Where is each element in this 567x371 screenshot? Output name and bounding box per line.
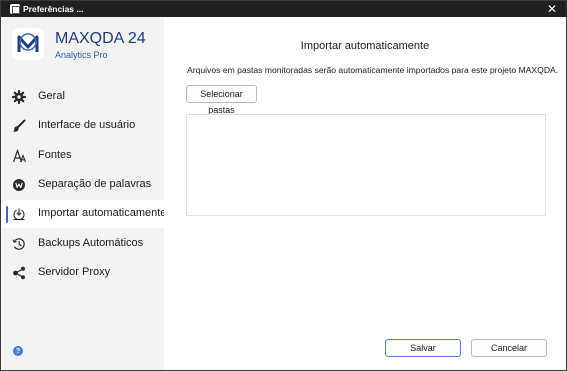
- sidebar-item-separacao[interactable]: Separação de palavras: [1, 171, 164, 199]
- preferences-window: Preferências ... ✕ MAXQDA 24 Analytics P…: [0, 0, 567, 371]
- help-icon[interactable]: ?: [13, 346, 23, 356]
- maxqda-logo: [12, 28, 44, 60]
- window-title: Preferências ...: [23, 4, 84, 14]
- brand-name: MAXQDA 24: [55, 30, 146, 47]
- active-indicator: [6, 206, 8, 223]
- sidebar-item-interface[interactable]: Interface de usuário: [1, 112, 164, 140]
- font-icon: [12, 148, 27, 163]
- backup-history-icon: [12, 237, 26, 251]
- sidebar-item-label: Backups Automáticos: [38, 237, 144, 249]
- page-title: Importar automaticamente: [300, 40, 430, 52]
- content-panel: Importar automaticamente Arquivos em pas…: [164, 17, 566, 370]
- close-icon[interactable]: ✕: [545, 1, 559, 17]
- gear-icon: [11, 89, 27, 105]
- select-folders-button[interactable]: Selecionar pastas: [186, 85, 257, 115]
- save-button[interactable]: Salvar: [385, 339, 461, 357]
- sidebar-item-label: Fontes: [38, 149, 72, 161]
- sidebar-item-label: Interface de usuário: [38, 119, 136, 131]
- description-text: Arquivos em pastas monitoradas serão aut…: [187, 65, 559, 75]
- auto-import-icon: [12, 207, 26, 221]
- hyphenation-icon: [12, 178, 26, 192]
- sidebar-item-importar[interactable]: Importar automaticamente: [1, 200, 167, 228]
- sidebar-item-backups[interactable]: Backups Automáticos: [1, 230, 164, 258]
- share-nodes-icon: [12, 266, 26, 280]
- brand-edition: Analytics Pro: [55, 50, 108, 60]
- sidebar-item-label: Separação de palavras: [38, 178, 152, 190]
- brush-icon: [12, 119, 26, 133]
- sidebar: MAXQDA 24 Analytics Pro Geral Interface …: [1, 17, 167, 370]
- title-bar: Preferências ... ✕: [1, 1, 566, 17]
- monitored-folders-list[interactable]: [186, 114, 546, 216]
- sidebar-item-label: Servidor Proxy: [38, 266, 111, 278]
- cancel-button[interactable]: Cancelar: [471, 339, 547, 357]
- app-icon: [10, 4, 20, 14]
- sidebar-item-proxy[interactable]: Servidor Proxy: [1, 259, 164, 287]
- sidebar-item-fontes[interactable]: Fontes: [1, 142, 164, 170]
- sidebar-item-label: Geral: [38, 90, 65, 102]
- sidebar-item-label: Importar automaticamente: [38, 207, 167, 219]
- sidebar-item-geral[interactable]: Geral: [1, 83, 164, 111]
